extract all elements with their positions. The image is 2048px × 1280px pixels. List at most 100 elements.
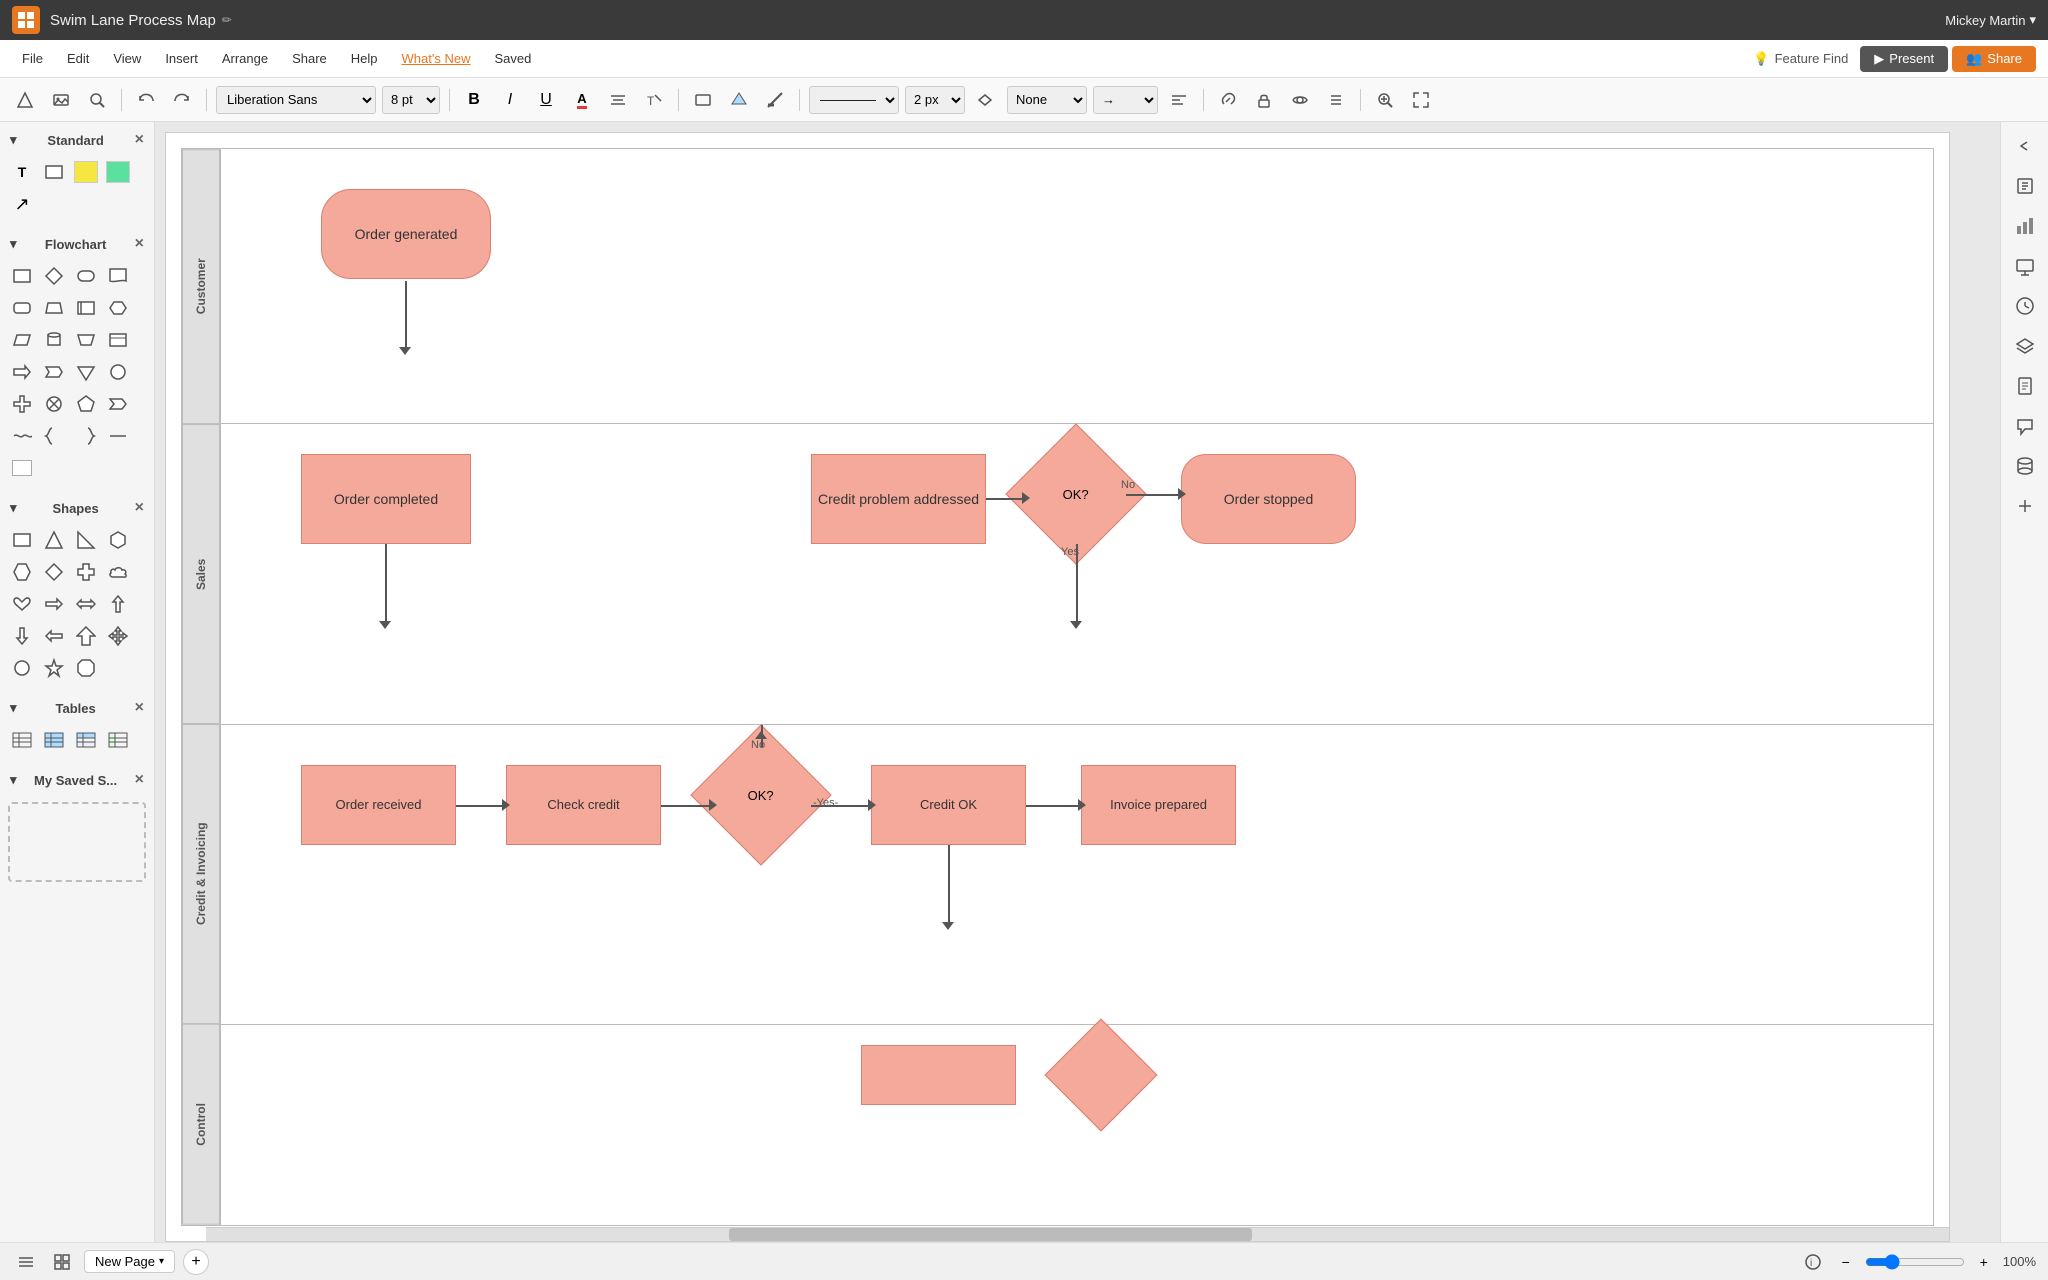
zoom-in-toolbar-button[interactable]: + [1971, 1249, 1997, 1275]
fc-parallelogram[interactable] [8, 326, 36, 354]
canvas-area[interactable]: Customer Sales Credit & Invoicing Contro… [155, 122, 2000, 1242]
s-arrow-right[interactable] [40, 590, 68, 618]
sticky-green[interactable] [104, 158, 132, 186]
edit-title-icon[interactable]: ✏ [222, 13, 232, 27]
fc-rect2[interactable] [72, 294, 100, 322]
s-arrow-up2[interactable] [72, 622, 100, 650]
link-button[interactable] [1213, 86, 1243, 114]
format-button[interactable] [1164, 86, 1194, 114]
t-table4[interactable] [104, 726, 132, 754]
menu-insert[interactable]: Insert [155, 47, 208, 70]
scrollbar-thumb[interactable] [729, 1228, 1252, 1241]
fc-rect[interactable] [8, 262, 36, 290]
font-color-button[interactable]: A [567, 86, 597, 114]
t-table2[interactable] [40, 726, 68, 754]
line-width-select[interactable]: 2 px [905, 86, 965, 114]
flowchart-close[interactable]: × [135, 235, 144, 253]
waypoint-button[interactable] [971, 86, 1001, 114]
shapes-button[interactable] [10, 86, 40, 114]
s-hex2[interactable] [8, 558, 36, 586]
menu-edit[interactable]: Edit [57, 47, 99, 70]
fc-cylinder[interactable] [40, 326, 68, 354]
shape-style-button[interactable] [688, 86, 718, 114]
credit-ok-shape[interactable]: Credit OK [871, 765, 1026, 845]
connection-type-select[interactable]: None [1007, 86, 1087, 114]
sticky-yellow[interactable] [72, 158, 100, 186]
rect-shape[interactable] [40, 158, 68, 186]
zoom-out-button[interactable]: − [1833, 1249, 1859, 1275]
menu-help[interactable]: Help [341, 47, 388, 70]
s-rect[interactable] [8, 526, 36, 554]
present-panel-icon[interactable] [2007, 248, 2043, 284]
font-family-select[interactable]: Liberation Sans [216, 86, 376, 114]
s-octagon[interactable] [72, 654, 100, 682]
menu-share[interactable]: Share [282, 47, 337, 70]
shapes-close[interactable]: × [135, 499, 144, 517]
fullscreen-button[interactable] [1406, 86, 1436, 114]
image-button[interactable] [46, 86, 76, 114]
extras-icon[interactable] [2007, 488, 2043, 524]
t-table1[interactable] [8, 726, 36, 754]
fc-chevron-right[interactable] [104, 390, 132, 418]
fc-chevron[interactable] [40, 358, 68, 386]
horizontal-scrollbar[interactable] [206, 1227, 1949, 1241]
zoom-in-button[interactable] [1370, 86, 1400, 114]
credit-problem-shape[interactable]: Credit problem addressed [811, 454, 986, 544]
lock-button[interactable] [1249, 86, 1279, 114]
standard-header[interactable]: ▾ Standard × [0, 126, 154, 154]
underline-button[interactable]: U [531, 86, 561, 114]
t-table3[interactable] [72, 726, 100, 754]
fill-color-button[interactable] [724, 86, 754, 114]
s-hex[interactable] [104, 526, 132, 554]
menu-view[interactable]: View [103, 47, 151, 70]
flowchart-header[interactable]: ▾ Flowchart × [0, 230, 154, 258]
undo-button[interactable] [131, 86, 161, 114]
tables-close[interactable]: × [135, 699, 144, 717]
fc-rounded[interactable] [8, 294, 36, 322]
fc-trapezoid2[interactable] [72, 326, 100, 354]
format-panel-icon[interactable] [2007, 168, 2043, 204]
order-completed-shape[interactable]: Order completed [301, 454, 471, 544]
present-button[interactable]: ▶ Present [1860, 46, 1948, 72]
fc-triangle-down[interactable] [72, 358, 100, 386]
menu-file[interactable]: File [12, 47, 53, 70]
search-button[interactable] [82, 86, 112, 114]
bold-button[interactable]: B [459, 86, 489, 114]
text-format-button[interactable]: T [639, 86, 669, 114]
comment-icon[interactable] [2007, 408, 2043, 444]
align-button[interactable] [603, 86, 633, 114]
fc-line[interactable] [104, 422, 132, 450]
shapes-header[interactable]: ▾ Shapes × [0, 494, 154, 522]
control-shape-1[interactable] [861, 1045, 1016, 1105]
fc-hex[interactable] [104, 294, 132, 322]
control-shape-2[interactable] [1044, 1019, 1157, 1132]
grid-view-icon[interactable] [48, 1248, 76, 1276]
arrow-shape[interactable]: ↗ [8, 190, 36, 218]
s-star[interactable] [40, 654, 68, 682]
tables-header[interactable]: ▾ Tables × [0, 694, 154, 722]
fc-arrow-right[interactable] [8, 358, 36, 386]
line-color-button[interactable] [760, 86, 790, 114]
s-heart[interactable] [8, 590, 36, 618]
clock-icon[interactable] [2007, 288, 2043, 324]
diagram-canvas[interactable]: Customer Sales Credit & Invoicing Contro… [165, 132, 1950, 1242]
page-props-icon[interactable] [2007, 368, 2043, 404]
fc-color-box[interactable] [8, 454, 36, 482]
s-arrow-left2[interactable] [40, 622, 68, 650]
s-arrow-down[interactable] [8, 622, 36, 650]
s-cloud[interactable] [104, 558, 132, 586]
fc-brace-right[interactable] [72, 422, 100, 450]
line-style-select[interactable]: —————— [809, 86, 899, 114]
font-size-select[interactable]: 8 pt [382, 86, 440, 114]
fc-circle[interactable] [104, 358, 132, 386]
fc-cross[interactable] [8, 390, 36, 418]
right-collapse-button[interactable] [2007, 128, 2043, 164]
menu-saved[interactable]: Saved [484, 47, 541, 70]
feature-find-button[interactable]: 💡 Feature Find [1745, 47, 1856, 71]
fc-rect3[interactable] [104, 326, 132, 354]
fc-wave[interactable] [8, 422, 36, 450]
share-button[interactable]: 👥 Share [1952, 46, 2036, 72]
redo-button[interactable] [167, 86, 197, 114]
s-cross[interactable] [72, 558, 100, 586]
user-menu[interactable]: Mickey Martin ▾ [1945, 12, 2036, 28]
